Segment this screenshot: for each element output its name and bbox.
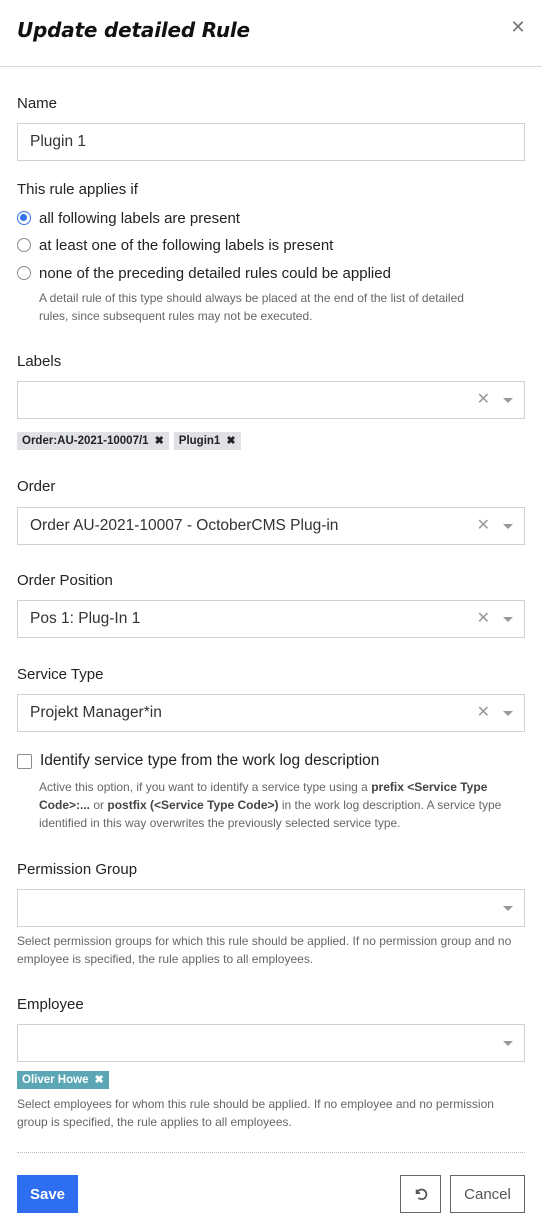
service-type-select[interactable]: Projekt Manager*in ✕ bbox=[17, 694, 525, 732]
applies-if-label: This rule applies if bbox=[17, 181, 138, 198]
name-input[interactable]: Plugin 1 bbox=[17, 123, 525, 161]
order-value: Order AU-2021-10007 - OctoberCMS Plug-in bbox=[30, 517, 339, 534]
applies-if-help: A detail rule of this type should always… bbox=[39, 289, 519, 325]
save-button[interactable]: Save bbox=[17, 1175, 78, 1213]
label-tag: Order:AU-2021-10007/1 ✖ bbox=[17, 432, 169, 450]
order-position-label: Order Position bbox=[17, 572, 113, 589]
clear-icon[interactable]: ✕ bbox=[477, 508, 490, 544]
checkbox-label: Identify service type from the work log … bbox=[40, 752, 380, 769]
identify-service-type-checkbox-row[interactable]: Identify service type from the work log … bbox=[17, 752, 379, 770]
chevron-down-icon[interactable] bbox=[503, 1041, 513, 1046]
label-tag: Plugin1 ✖ bbox=[173, 432, 241, 450]
reset-icon bbox=[415, 1188, 427, 1201]
chevron-down-icon[interactable] bbox=[503, 711, 513, 716]
identify-service-type-checkbox[interactable] bbox=[17, 753, 32, 769]
identify-help: Active this option, if you want to ident… bbox=[39, 778, 529, 832]
clear-icon[interactable]: ✕ bbox=[477, 601, 490, 637]
help-text: or bbox=[90, 798, 108, 812]
employee-tag: Oliver Howe ✖ bbox=[17, 1071, 109, 1089]
radio-checked-icon[interactable] bbox=[17, 211, 31, 225]
radio-none-preceding[interactable]: none of the preceding detailed rules cou… bbox=[17, 263, 391, 283]
radio-unchecked-icon[interactable] bbox=[17, 266, 31, 280]
remove-tag-icon[interactable]: ✖ bbox=[226, 435, 235, 447]
tag-text: Order:AU-2021-10007/1 bbox=[22, 435, 149, 447]
name-label: Name bbox=[17, 95, 58, 112]
radio-label: none of the preceding detailed rules cou… bbox=[39, 264, 391, 282]
service-type-value: Projekt Manager*in bbox=[30, 704, 162, 721]
employee-help: Select employees for whom this rule shou… bbox=[17, 1097, 494, 1129]
order-label: Order bbox=[17, 478, 56, 495]
reset-button[interactable] bbox=[400, 1175, 441, 1213]
employee-select[interactable] bbox=[17, 1024, 525, 1062]
employee-tags: Oliver Howe ✖ bbox=[17, 1071, 114, 1089]
chevron-down-icon[interactable] bbox=[503, 398, 513, 403]
clear-icon[interactable]: ✕ bbox=[477, 695, 490, 731]
remove-tag-icon[interactable]: ✖ bbox=[155, 435, 164, 447]
radio-unchecked-icon[interactable] bbox=[17, 238, 31, 252]
dialog-header: Update detailed Rule ✕ bbox=[0, 0, 542, 67]
permission-group-help: Select permission groups for which this … bbox=[17, 934, 512, 966]
remove-tag-icon[interactable]: ✖ bbox=[94, 1074, 103, 1086]
footer-divider bbox=[17, 1152, 525, 1153]
dialog-title: Update detailed Rule bbox=[17, 18, 250, 42]
radio-label: all following labels are present bbox=[39, 209, 240, 227]
tag-text: Plugin1 bbox=[178, 435, 221, 447]
order-select[interactable]: Order AU-2021-10007 - OctoberCMS Plug-in… bbox=[17, 507, 525, 545]
help-line: A detail rule of this type should always… bbox=[39, 291, 464, 305]
order-position-value: Pos 1: Plug-In 1 bbox=[30, 610, 141, 627]
labels-tags: Order:AU-2021-10007/1 ✖ Plugin1 ✖ bbox=[17, 432, 246, 450]
order-position-select[interactable]: Pos 1: Plug-In 1 ✕ bbox=[17, 600, 525, 638]
chevron-down-icon[interactable] bbox=[503, 524, 513, 529]
labels-select[interactable]: ✕ bbox=[17, 381, 525, 419]
chevron-down-icon[interactable] bbox=[503, 906, 513, 911]
clear-icon[interactable]: ✕ bbox=[477, 382, 490, 418]
radio-all-labels[interactable]: all following labels are present bbox=[17, 208, 240, 228]
tag-text: Oliver Howe bbox=[22, 1074, 89, 1086]
help-line: rules, since subsequent rules may not be… bbox=[39, 309, 313, 323]
close-icon[interactable]: ✕ bbox=[508, 18, 528, 38]
service-type-label: Service Type bbox=[17, 666, 104, 683]
labels-label: Labels bbox=[17, 353, 62, 370]
employee-label: Employee bbox=[17, 996, 84, 1013]
radio-at-least-one[interactable]: at least one of the following labels is … bbox=[17, 235, 333, 255]
help-text: Active this option, if you want to ident… bbox=[39, 780, 372, 794]
help-bold: postfix (<Service Type Code>) bbox=[107, 798, 279, 812]
permission-group-label: Permission Group bbox=[17, 861, 138, 878]
cancel-button[interactable]: Cancel bbox=[450, 1175, 525, 1213]
radio-label: at least one of the following labels is … bbox=[39, 236, 334, 254]
chevron-down-icon[interactable] bbox=[503, 617, 513, 622]
permission-group-select[interactable] bbox=[17, 889, 525, 927]
